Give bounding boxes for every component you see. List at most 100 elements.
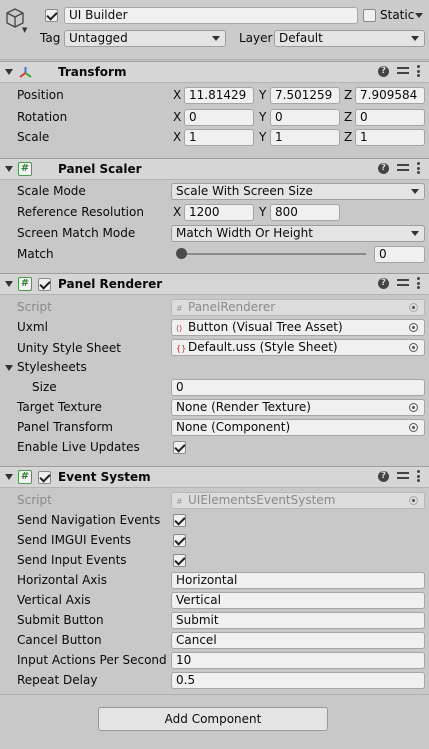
- script-icon: #: [18, 162, 32, 176]
- match-input[interactable]: 0: [374, 246, 425, 263]
- scale-x-input[interactable]: 1: [184, 129, 254, 146]
- event-system-header[interactable]: # Event System ?: [0, 466, 429, 488]
- actions-per-second-input[interactable]: 10: [171, 652, 425, 669]
- target-texture-field[interactable]: None (Render Texture): [171, 399, 425, 416]
- panel-transform-field[interactable]: None (Component): [171, 419, 425, 436]
- input-events-checkbox[interactable]: [173, 554, 186, 567]
- rotation-y-input[interactable]: 0: [270, 109, 340, 126]
- position-y-input[interactable]: 7.501259: [270, 87, 340, 104]
- submit-button-label: Submit Button: [17, 613, 104, 627]
- reference-resolution-label: Reference Resolution: [17, 205, 144, 219]
- axis-x-label: X: [173, 110, 182, 124]
- panel-renderer-header[interactable]: # Panel Renderer ?: [0, 273, 429, 295]
- panel-scaler-header[interactable]: # Panel Scaler ?: [0, 158, 429, 180]
- script-label: Script: [17, 493, 52, 507]
- reference-resolution-y-input[interactable]: 800: [270, 204, 340, 221]
- uxml-asset-icon: ⟨⟩: [176, 324, 183, 333]
- position-label: Position: [17, 88, 64, 102]
- help-icon[interactable]: ?: [378, 65, 389, 77]
- panel-renderer-enabled-checkbox[interactable]: [38, 278, 51, 291]
- axis-y-label: Y: [259, 110, 267, 124]
- axis-x-label: X: [173, 88, 182, 102]
- screen-match-mode-value: Match Width Or Height: [176, 226, 313, 240]
- static-checkbox[interactable]: [363, 9, 376, 22]
- event-system-title: Event System: [58, 470, 151, 484]
- position-z-input[interactable]: 7.909584: [355, 87, 425, 104]
- gameobject-name-input[interactable]: UI Builder: [64, 7, 358, 24]
- panel-transform-value: None (Component): [176, 420, 291, 434]
- imgui-events-label: Send IMGUI Events: [17, 533, 131, 547]
- scale-label: Scale: [17, 130, 50, 144]
- chevron-down-icon[interactable]: [415, 13, 423, 19]
- scale-mode-dropdown[interactable]: Scale With Screen Size: [171, 183, 425, 200]
- object-picker-icon[interactable]: [409, 323, 418, 332]
- cancel-button-label: Cancel Button: [17, 633, 102, 647]
- foldout-icon[interactable]: [5, 281, 13, 287]
- imgui-events-checkbox[interactable]: [173, 534, 186, 547]
- rotation-z-input[interactable]: 0: [355, 109, 425, 126]
- live-updates-checkbox[interactable]: [173, 441, 186, 454]
- style-sheet-field[interactable]: {} Default.uss (Style Sheet): [171, 339, 425, 356]
- match-label: Match: [17, 247, 54, 261]
- kebab-menu-icon[interactable]: [417, 277, 421, 289]
- kebab-menu-icon[interactable]: [417, 470, 421, 482]
- preset-icon[interactable]: [397, 163, 409, 173]
- event-system-enabled-checkbox[interactable]: [38, 471, 51, 484]
- static-label: Static: [380, 8, 415, 22]
- axis-x-label: X: [173, 205, 182, 219]
- style-sheet-value: Default.uss (Style Sheet): [188, 340, 338, 354]
- vertical-axis-label: Vertical Axis: [17, 593, 91, 607]
- foldout-icon[interactable]: [5, 69, 13, 75]
- match-slider-track[interactable]: [176, 253, 366, 255]
- layer-dropdown[interactable]: Default: [274, 30, 425, 47]
- axis-z-label: Z: [344, 110, 353, 124]
- tag-dropdown[interactable]: Untagged: [64, 30, 226, 47]
- active-checkbox[interactable]: [45, 9, 58, 22]
- foldout-icon[interactable]: [5, 365, 13, 371]
- divider: [0, 694, 429, 695]
- foldout-icon[interactable]: [5, 474, 13, 480]
- horizontal-axis-input[interactable]: Horizontal: [171, 572, 425, 589]
- add-component-button[interactable]: Add Component: [98, 707, 328, 731]
- submit-button-input[interactable]: Submit: [171, 612, 425, 629]
- object-picker-icon[interactable]: [409, 423, 418, 432]
- nav-events-label: Send Navigation Events: [17, 513, 161, 527]
- chevron-down-icon[interactable]: ▼: [22, 26, 27, 34]
- chevron-down-icon: [411, 231, 419, 236]
- axis-x-label: X: [173, 130, 182, 144]
- help-icon[interactable]: ?: [378, 470, 389, 482]
- preset-icon[interactable]: [397, 471, 409, 481]
- transform-header[interactable]: Transform ?: [0, 61, 429, 83]
- screen-match-mode-dropdown[interactable]: Match Width Or Height: [171, 225, 425, 242]
- repeat-delay-input[interactable]: 0.5: [171, 672, 425, 689]
- live-updates-label: Enable Live Updates: [17, 440, 140, 454]
- size-input[interactable]: 0: [171, 379, 425, 396]
- position-x-input[interactable]: 11.81429: [184, 87, 254, 104]
- input-events-label: Send Input Events: [17, 553, 127, 567]
- foldout-icon[interactable]: [5, 166, 13, 172]
- rotation-x-input[interactable]: 0: [184, 109, 254, 126]
- nav-events-checkbox[interactable]: [173, 514, 186, 527]
- object-picker-icon: [409, 496, 418, 505]
- kebab-menu-icon[interactable]: [417, 65, 421, 77]
- preset-icon[interactable]: [397, 66, 409, 76]
- scale-y-input[interactable]: 1: [270, 129, 340, 146]
- object-picker-icon[interactable]: [409, 403, 418, 412]
- kebab-menu-icon[interactable]: [417, 162, 421, 174]
- script-field: # PanelRenderer: [171, 299, 425, 316]
- reference-resolution-x-input[interactable]: 1200: [184, 204, 254, 221]
- screen-match-mode-label: Screen Match Mode: [17, 226, 136, 240]
- help-icon[interactable]: ?: [378, 162, 389, 174]
- uxml-value: Button (Visual Tree Asset): [188, 320, 343, 334]
- uxml-field[interactable]: ⟨⟩ Button (Visual Tree Asset): [171, 319, 425, 336]
- preset-icon[interactable]: [397, 278, 409, 288]
- help-icon[interactable]: ?: [378, 277, 389, 289]
- object-picker-icon[interactable]: [409, 343, 418, 352]
- vertical-axis-input[interactable]: Vertical: [171, 592, 425, 609]
- scale-z-input[interactable]: 1: [355, 129, 425, 146]
- script-field: # UIElementsEventSystem: [171, 492, 425, 509]
- script-value: UIElementsEventSystem: [188, 493, 336, 507]
- style-sheet-label: Unity Style Sheet: [17, 341, 121, 355]
- match-slider-thumb[interactable]: [176, 248, 187, 259]
- cancel-button-input[interactable]: Cancel: [171, 632, 425, 649]
